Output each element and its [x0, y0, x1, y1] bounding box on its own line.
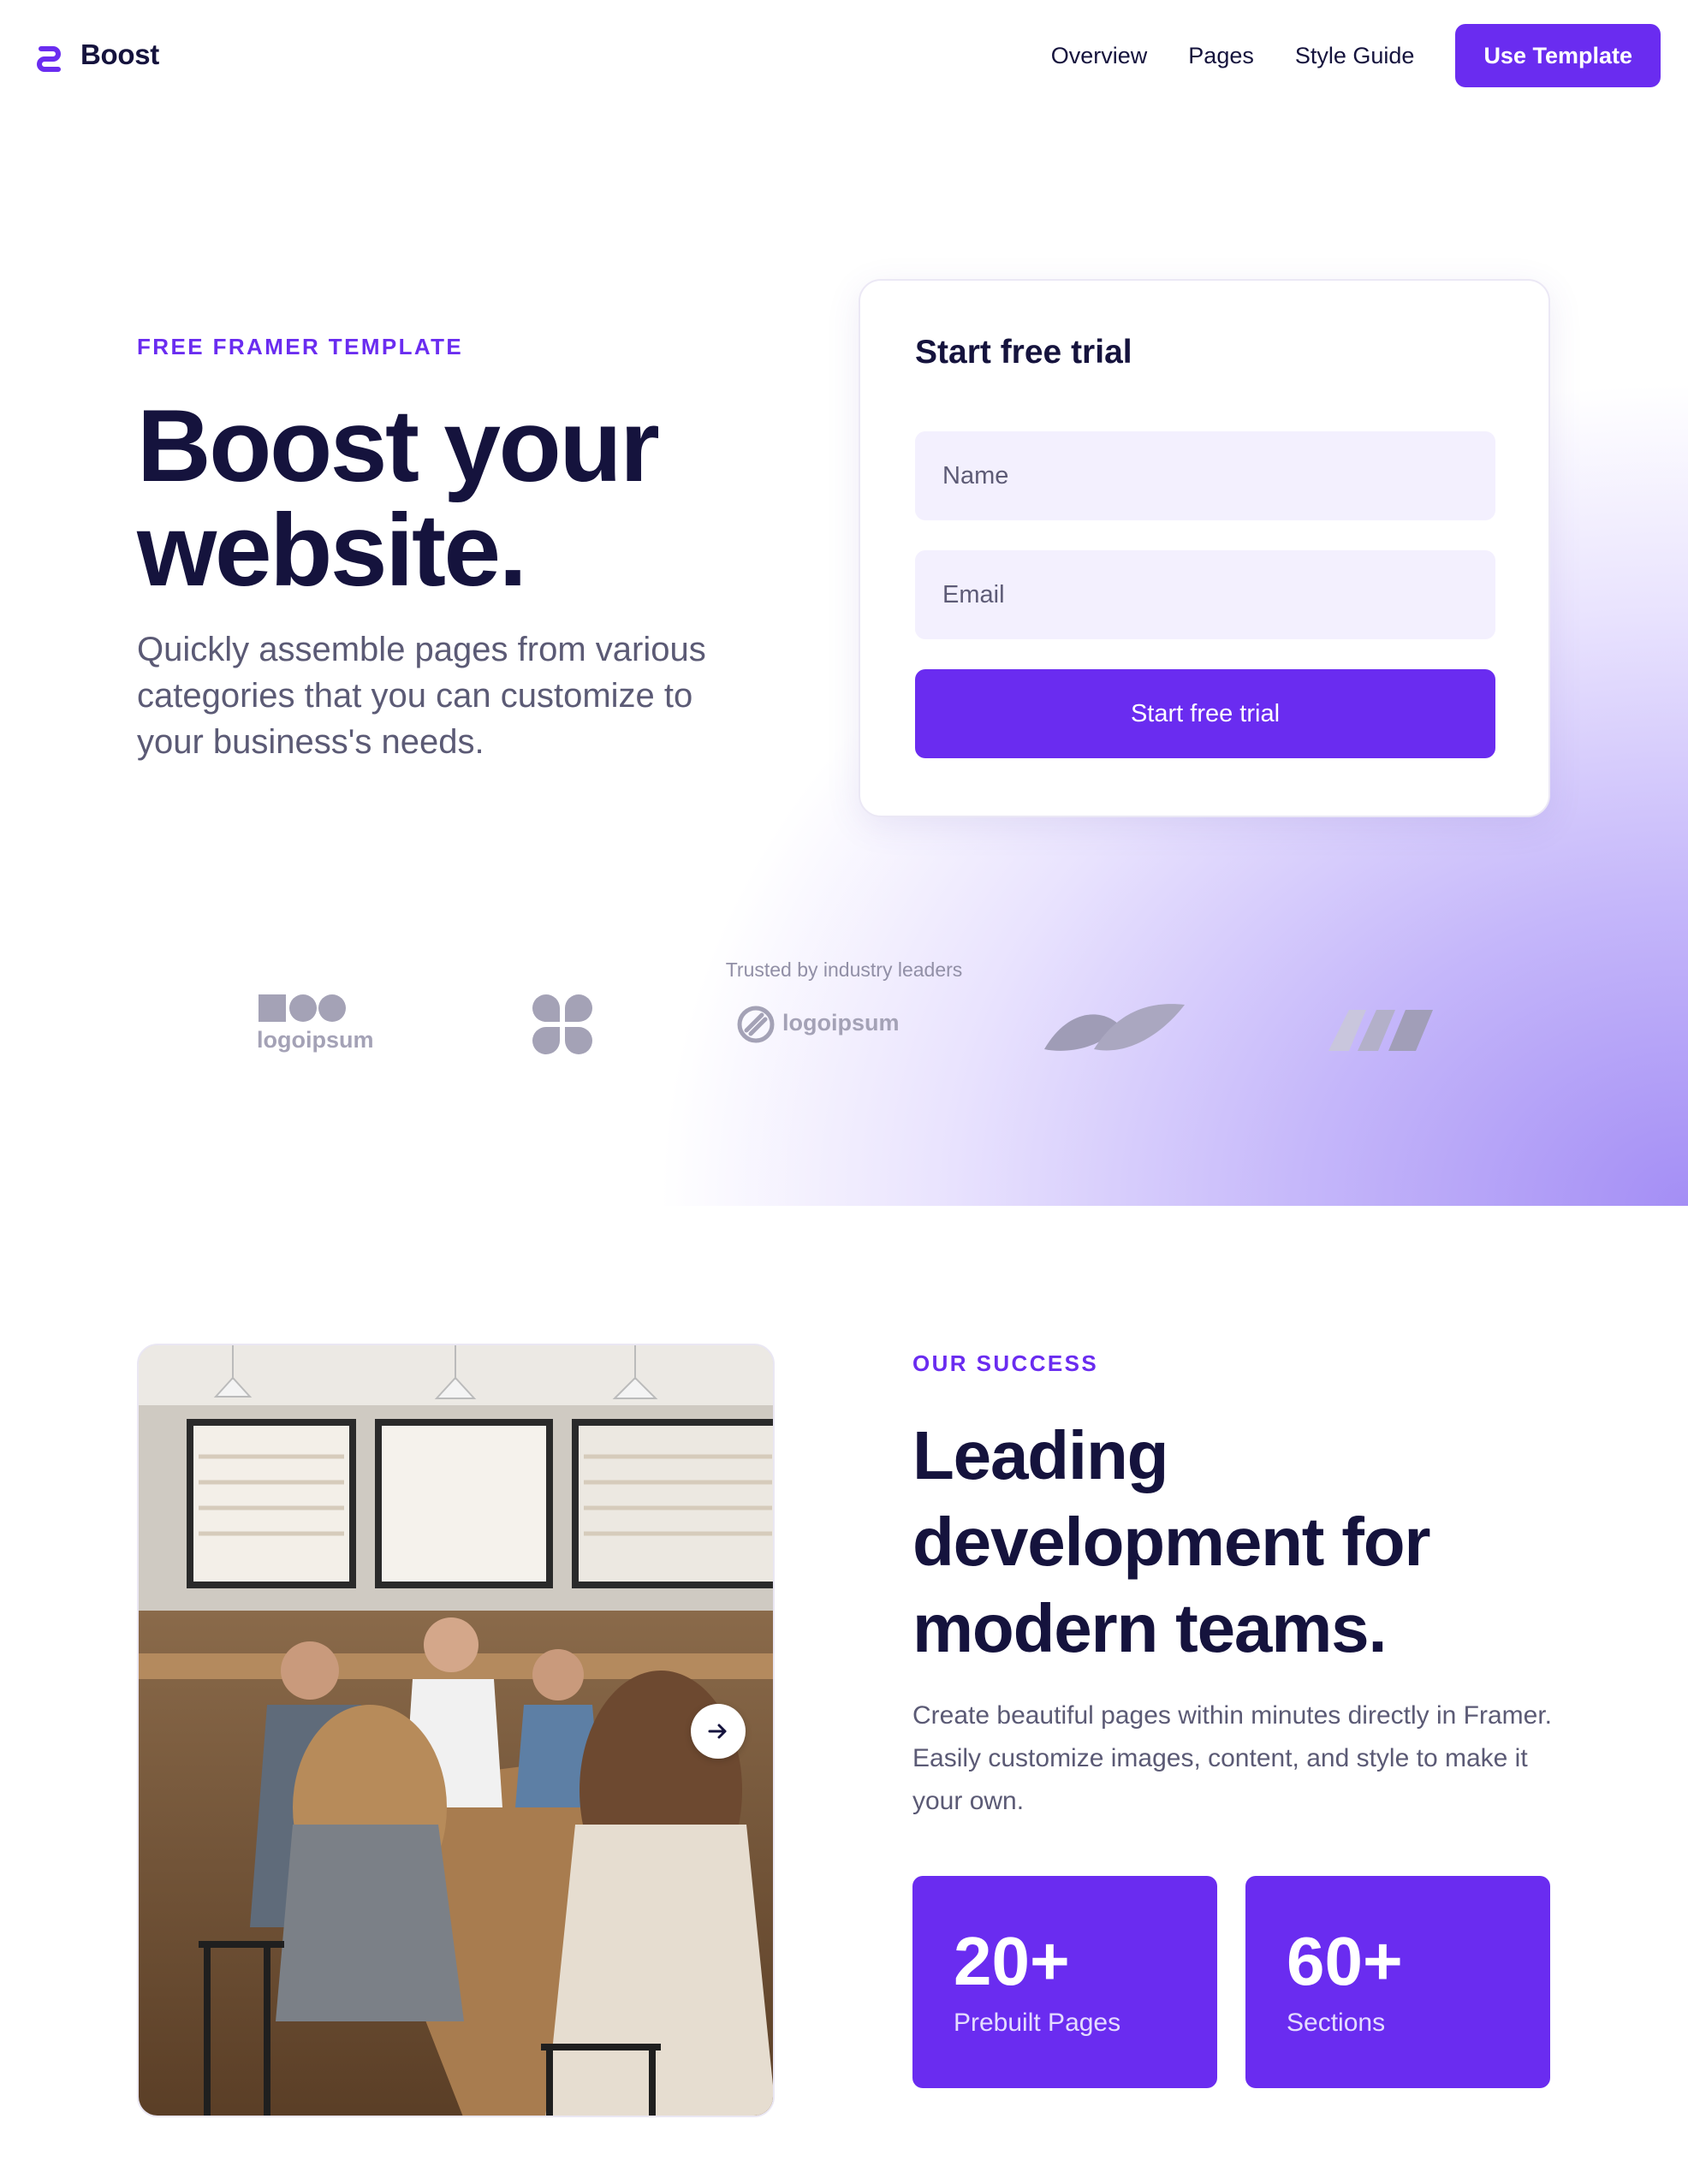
success-title-line-2: development for — [912, 1504, 1431, 1580]
arrow-right-icon[interactable] — [691, 1704, 746, 1759]
success-title: Leading development for modern teams. — [912, 1412, 1431, 1671]
trial-form-title: Start free trial — [915, 334, 1132, 371]
clover-logo-icon — [531, 993, 594, 1060]
square-circles-logo-icon: logoipsum — [257, 993, 394, 1065]
stat-label: Prebuilt Pages — [954, 2009, 1121, 2037]
name-input[interactable]: Name — [915, 431, 1495, 520]
nav-link-overview[interactable]: Overview — [1051, 43, 1148, 69]
stat-label: Sections — [1287, 2009, 1386, 2037]
stat-value: 60+ — [1287, 1923, 1403, 1999]
ring-logo-icon: logoipsum — [736, 1005, 900, 1048]
start-trial-button[interactable]: Start free trial — [915, 669, 1495, 758]
hero-eyebrow: FREE FRAMER TEMPLATE — [137, 334, 464, 359]
logo-text-1: logoipsum — [257, 1027, 374, 1053]
nav-link-pages[interactable]: Pages — [1188, 43, 1254, 69]
success-eyebrow: OUR SUCCESS — [912, 1350, 1099, 1376]
stat-card-pages: 20+ Prebuilt Pages — [912, 1876, 1217, 2088]
email-input[interactable]: Email — [915, 550, 1495, 639]
brand-name: Boost — [80, 39, 159, 70]
logo-text-3: logoipsum — [782, 1010, 900, 1036]
stripes-logo-icon — [1327, 1008, 1435, 1057]
client-logos: logoipsum logoipsum — [0, 993, 1688, 1078]
hero-title-line-2: website. — [137, 493, 527, 608]
trial-form-card: Start free trial Name Email Start free t… — [859, 279, 1550, 817]
nav-links: Overview Pages Style Guide Use Template — [1051, 24, 1661, 87]
hero-title-line-1: Boost your — [137, 389, 660, 503]
wave-logo-icon — [1043, 1000, 1186, 1060]
boost-logo-icon — [37, 46, 61, 72]
hero-subtitle: Quickly assemble pages from various cate… — [137, 631, 706, 761]
team-meeting-photo — [137, 1344, 775, 2117]
success-title-line-1: Leading — [912, 1417, 1168, 1493]
nav-link-style-guide[interactable]: Style Guide — [1295, 43, 1415, 69]
use-template-button[interactable]: Use Template — [1455, 24, 1661, 87]
stat-value: 20+ — [954, 1923, 1070, 1999]
stat-card-sections: 60+ Sections — [1245, 1876, 1550, 2088]
success-body: Create beautiful pages within minutes di… — [912, 1701, 1553, 1815]
top-nav: Boost Overview Pages Style Guide Use Tem… — [0, 0, 1688, 111]
hero-title: Boost your website. — [137, 394, 660, 602]
hero-section: FREE FRAMER TEMPLATE Boost your website.… — [0, 111, 1688, 1206]
trusted-label: Trusted by industry leaders — [725, 958, 963, 981]
success-title-line-3: modern teams. — [912, 1590, 1388, 1666]
brand-logo[interactable]: Boost — [33, 38, 159, 72]
